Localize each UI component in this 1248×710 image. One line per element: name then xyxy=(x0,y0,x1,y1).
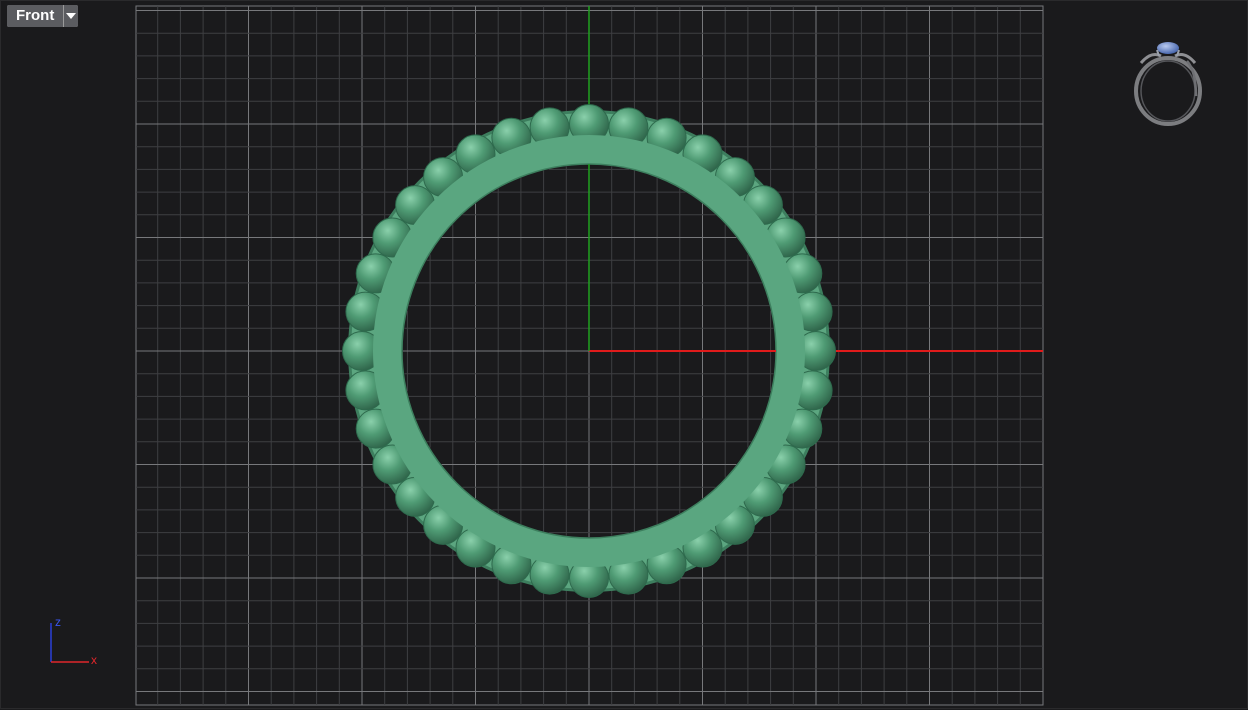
axis-gizmo: z x xyxy=(50,615,97,667)
ring-preview-icon[interactable] xyxy=(1134,42,1202,126)
view-name-tab[interactable]: Front xyxy=(7,5,79,27)
chevron-down-icon[interactable] xyxy=(63,5,79,27)
view-name-label[interactable]: Front xyxy=(7,5,64,27)
gizmo-z-label: z xyxy=(55,615,61,629)
viewport-canvas[interactable]: z x xyxy=(1,1,1248,710)
front-viewport[interactable]: z x Front xyxy=(0,0,1248,709)
gizmo-x-label: x xyxy=(91,653,97,667)
gem-icon xyxy=(1157,42,1179,54)
